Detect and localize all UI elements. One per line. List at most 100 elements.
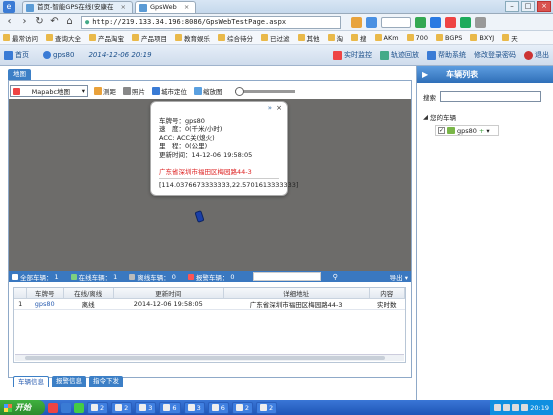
column-header[interactable] <box>14 288 27 299</box>
extension-icon[interactable] <box>430 16 441 28</box>
tray-icon[interactable] <box>503 404 511 411</box>
close-window-button[interactable]: × <box>537 1 551 12</box>
quicklaunch-icon[interactable] <box>48 402 58 413</box>
search-icon[interactable]: ⚲ <box>333 273 338 281</box>
minimize-button[interactable]: – <box>505 1 519 12</box>
table-row[interactable]: 1 gps80 离线 2014-12-06 19:58:05 广东省深圳市福田区梅园路4… <box>14 298 405 310</box>
browser-logo-icon[interactable]: e <box>3 1 15 13</box>
search-engine-icon[interactable] <box>366 16 377 28</box>
table-cell[interactable]: gps80 <box>26 298 64 310</box>
map-type-select[interactable]: Mapabc地图 ▾ <box>10 85 88 97</box>
add-icon[interactable]: + <box>479 127 484 135</box>
start-button[interactable]: 开始 <box>0 400 45 415</box>
zoom-tool[interactable]: 缩放图 <box>193 86 224 96</box>
bookmark-item[interactable]: BGPS <box>435 34 462 42</box>
bookmark-item[interactable]: 产品项目 <box>132 33 167 43</box>
expand-icon[interactable]: » <box>268 104 272 112</box>
tray-icon[interactable] <box>512 404 520 411</box>
zoom-slider-knob[interactable] <box>234 86 244 96</box>
measure-tool[interactable]: 测距 <box>93 86 117 96</box>
maximize-button[interactable]: □ <box>521 1 535 12</box>
collapse-icon[interactable]: ▶ <box>422 70 428 79</box>
tree-vehicle-item[interactable]: ✓ gps80 + ▾ <box>435 125 499 136</box>
online-icon <box>70 273 77 280</box>
offline-vehicles-stat[interactable]: 离线车辆： 0 <box>129 272 176 282</box>
search-box[interactable] <box>381 16 411 28</box>
clock[interactable]: 20:19 <box>530 404 549 412</box>
close-icon[interactable]: × <box>121 3 126 11</box>
logout-button[interactable]: 退出 <box>524 50 549 60</box>
column-header[interactable]: 更新时间 <box>113 288 224 299</box>
zoom-slider[interactable] <box>234 86 295 96</box>
bookmark-item[interactable]: 教育娱乐 <box>175 33 210 43</box>
chevron-down-icon[interactable]: ▾ <box>486 127 489 135</box>
bookmark-item[interactable]: 产品淘宝 <box>89 33 124 43</box>
extension-icon[interactable] <box>415 16 426 28</box>
taskbar-button[interactable]: 6 <box>207 401 229 414</box>
home-link[interactable]: 首页 <box>4 50 29 60</box>
column-header[interactable]: 详细地址 <box>223 288 370 299</box>
bookmark-item[interactable]: 天 <box>502 33 518 43</box>
bookmark-item[interactable]: 最常访问 <box>3 33 38 43</box>
bookmark-item[interactable]: 综合待分 <box>218 33 253 43</box>
column-header[interactable]: 在线/离线 <box>63 288 114 299</box>
help-button[interactable]: 帮助系统 <box>427 50 466 60</box>
bookmark-item[interactable]: AKm <box>374 34 399 42</box>
folder-icon <box>132 34 139 41</box>
online-vehicles-stat[interactable]: 在线车辆： 1 <box>70 272 117 282</box>
change-password-button[interactable]: 修改登录密码 <box>474 50 516 60</box>
forward-icon[interactable]: › <box>18 16 31 29</box>
taskbar-button[interactable]: 6 <box>159 401 181 414</box>
scrollbar-thumb[interactable] <box>25 356 385 360</box>
refresh-icon[interactable]: ↻ <box>33 16 46 29</box>
column-header[interactable]: 车牌号 <box>26 288 64 299</box>
address-bar[interactable]: ● http://219.133.34.196:8086/GpsWebTestP… <box>81 15 341 29</box>
taskbar-button[interactable]: 3 <box>183 401 205 414</box>
taskbar-button[interactable]: 2 <box>231 401 253 414</box>
back-icon[interactable]: ‹ <box>3 16 16 29</box>
bookmark-item[interactable]: 700 <box>406 34 428 42</box>
all-vehicles-stat[interactable]: 全部车辆： 1 <box>12 272 59 282</box>
tab-map[interactable]: 地图 <box>8 69 31 80</box>
bookmark-item[interactable]: 已过滤 <box>261 33 290 43</box>
realtime-monitor-button[interactable]: 实时监控 <box>333 50 372 60</box>
close-icon[interactable]: × <box>184 3 189 11</box>
export-button[interactable]: 导出 ▾ <box>390 272 408 282</box>
close-icon[interactable]: × <box>276 104 282 112</box>
volume-icon[interactable] <box>521 404 529 411</box>
taskbar-button[interactable]: 3 <box>135 401 157 414</box>
tab-vehicle-info[interactable]: 车辆信息 <box>13 376 49 387</box>
tab-alarm-info[interactable]: 报警信息 <box>52 376 86 387</box>
vehicle-search-input[interactable] <box>252 272 321 281</box>
column-header[interactable]: 内容 <box>369 288 406 299</box>
bookmark-item[interactable]: 搜 <box>351 33 367 43</box>
tab-command[interactable]: 指令下发 <box>89 376 123 387</box>
taskbar-button[interactable]: 2 <box>111 401 133 414</box>
track-playback-button[interactable]: 轨迹回放 <box>380 50 419 60</box>
caret-down-icon[interactable]: ◢ <box>423 113 428 121</box>
browser-tab-2[interactable]: GpsWeb × <box>135 1 197 13</box>
tray-icon[interactable] <box>494 404 502 411</box>
extension-icon[interactable] <box>460 16 471 28</box>
star-icon[interactable] <box>351 16 362 28</box>
bookmark-item[interactable]: 其他 <box>297 33 320 43</box>
photo-tool[interactable]: 照片 <box>122 86 146 96</box>
city-locate-tool[interactable]: 城市定位 <box>151 86 188 96</box>
extension-icon[interactable] <box>445 16 456 28</box>
checkbox[interactable]: ✓ <box>438 127 445 134</box>
bookmark-item[interactable]: 查询大全 <box>46 33 81 43</box>
horizontal-scrollbar[interactable] <box>15 354 404 361</box>
bookmark-item[interactable]: 淘 <box>327 33 343 43</box>
undo-icon[interactable]: ↶ <box>48 16 61 29</box>
browser-tab-1[interactable]: 首页-智能GPS在线(安康在 × <box>22 1 133 13</box>
home-icon[interactable]: ⌂ <box>63 16 76 29</box>
bookmark-item[interactable]: BXYJ <box>470 34 494 42</box>
panel-search-input[interactable] <box>440 91 541 102</box>
quicklaunch-icon[interactable] <box>74 402 84 413</box>
tree-root[interactable]: ◢ 您的车辆 <box>423 112 553 122</box>
alarm-vehicles-stat[interactable]: 报警车辆： 0 <box>187 272 235 282</box>
menu-icon[interactable] <box>475 16 486 28</box>
quicklaunch-icon[interactable] <box>61 402 71 413</box>
taskbar-button[interactable]: 2 <box>87 401 109 414</box>
taskbar-button[interactable]: 2 <box>255 401 278 414</box>
